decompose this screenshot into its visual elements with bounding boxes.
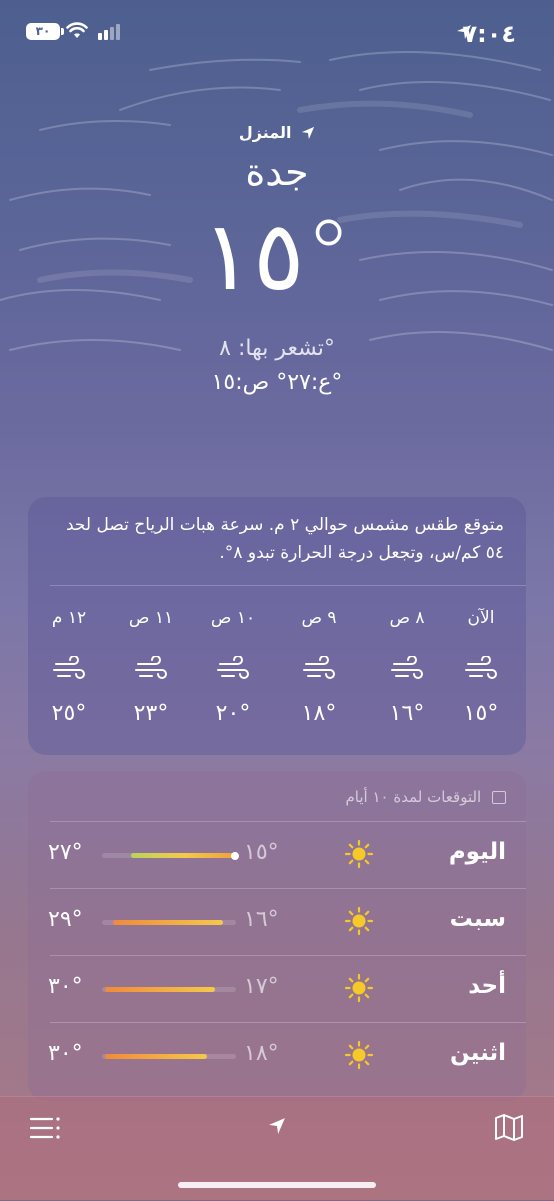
hour-label: ١١ ص <box>128 608 174 628</box>
wind-icon <box>53 656 85 679</box>
cellular-signal-icon <box>98 24 120 40</box>
hour-label: الآن <box>467 608 495 628</box>
ten-day-forecast-card[interactable]: التوقعات لمدة ١٠ أيام اليوم ١٥° ٢٧° سبت ١٦° ٢… <box>28 771 526 1101</box>
hour-label: ١٠ ص <box>210 608 256 628</box>
wind-icon <box>465 656 497 679</box>
location-label: المنزل <box>238 123 292 142</box>
map-icon[interactable] <box>494 1113 524 1141</box>
wind-icon <box>303 656 335 679</box>
day-high-temp: ٣٠° <box>48 1041 83 1066</box>
home-indicator[interactable] <box>178 1182 376 1188</box>
calendar-icon <box>492 791 506 804</box>
current-temperature: ١٥° <box>201 200 354 312</box>
sun-icon <box>344 973 374 1003</box>
sun-icon <box>344 1040 374 1070</box>
sun-icon <box>344 906 374 936</box>
city-name: جدة <box>245 150 309 194</box>
day-high-temp: ٣٠° <box>48 974 83 999</box>
day-high-temp: ٢٩° <box>48 907 83 932</box>
day-row[interactable]: سبت ١٦° ٢٩° <box>28 888 526 954</box>
row-divider <box>50 955 526 956</box>
hour-label: ٩ ص <box>301 608 337 628</box>
status-bar: ٣٠ ٧:٠٤ <box>0 0 554 64</box>
location-arrow-icon[interactable] <box>268 1117 286 1135</box>
forecast-summary: متوقع طقس مشمس حوالي ٢ م. سرعة هبات الري… <box>66 515 504 563</box>
wind-icon <box>217 656 249 679</box>
ten-day-title: التوقعات لمدة ١٠ أيام <box>345 788 482 806</box>
hour-temperature: ١٦° <box>389 701 425 726</box>
day-low-temp: ١٦° <box>244 907 279 932</box>
row-divider <box>50 821 526 822</box>
feels-like: تشعر بها: ٨° <box>219 336 335 361</box>
temperature-range-bar <box>102 920 236 925</box>
row-divider <box>50 888 526 889</box>
current-temp-marker <box>231 851 239 860</box>
day-name: اثنين <box>450 1040 506 1066</box>
day-low-temp: ١٨° <box>244 1041 279 1066</box>
temperature-range-bar <box>102 851 239 860</box>
status-time: ٧:٠٤ <box>462 20 516 48</box>
ten-day-header: التوقعات لمدة ١٠ أيام <box>345 788 506 806</box>
hour-temperature: ١٨° <box>301 701 337 726</box>
hour-temperature: ١٥° <box>463 701 499 726</box>
temperature-range-bar <box>102 987 236 992</box>
day-low-temp: ١٥° <box>244 840 279 865</box>
hour-temperature: ٢٣° <box>133 701 169 726</box>
day-row[interactable]: اثنين ١٨° ٣٠° <box>28 1022 526 1088</box>
hour-temperature: ٢٠° <box>215 701 251 726</box>
hour-label: ٨ ص <box>389 608 425 628</box>
location-arrow-icon <box>301 126 315 139</box>
day-name: اليوم <box>448 839 506 865</box>
sun-icon <box>344 839 374 869</box>
day-name: أحد <box>468 973 506 999</box>
day-name: سبت <box>449 906 506 932</box>
card-divider <box>50 585 526 586</box>
hour-temperature: ٢٥° <box>51 701 87 726</box>
hour-label: ١٢ م <box>51 608 87 628</box>
day-row[interactable]: أحد ١٧° ٣٠° <box>28 955 526 1021</box>
day-row[interactable]: اليوم ١٥° ٢٧° <box>28 821 526 887</box>
temperature-range-fill <box>104 1054 207 1059</box>
location-label-row: المنزل <box>0 122 554 142</box>
temperature-range-fill <box>104 987 215 992</box>
high-low: ع:٢٧° ص:١٥° <box>211 370 343 395</box>
wifi-icon <box>66 22 88 38</box>
battery-icon: ٣٠ <box>26 23 64 40</box>
wind-icon <box>391 656 423 679</box>
row-divider <box>50 1022 526 1023</box>
temperature-range-bar <box>102 1054 236 1059</box>
temperature-range-fill <box>131 853 236 858</box>
list-icon[interactable] <box>30 1115 62 1141</box>
day-low-temp: ١٧° <box>244 974 279 999</box>
wind-icon <box>135 656 167 679</box>
day-high-temp: ٢٧° <box>48 840 83 865</box>
temperature-range-fill <box>112 920 223 925</box>
